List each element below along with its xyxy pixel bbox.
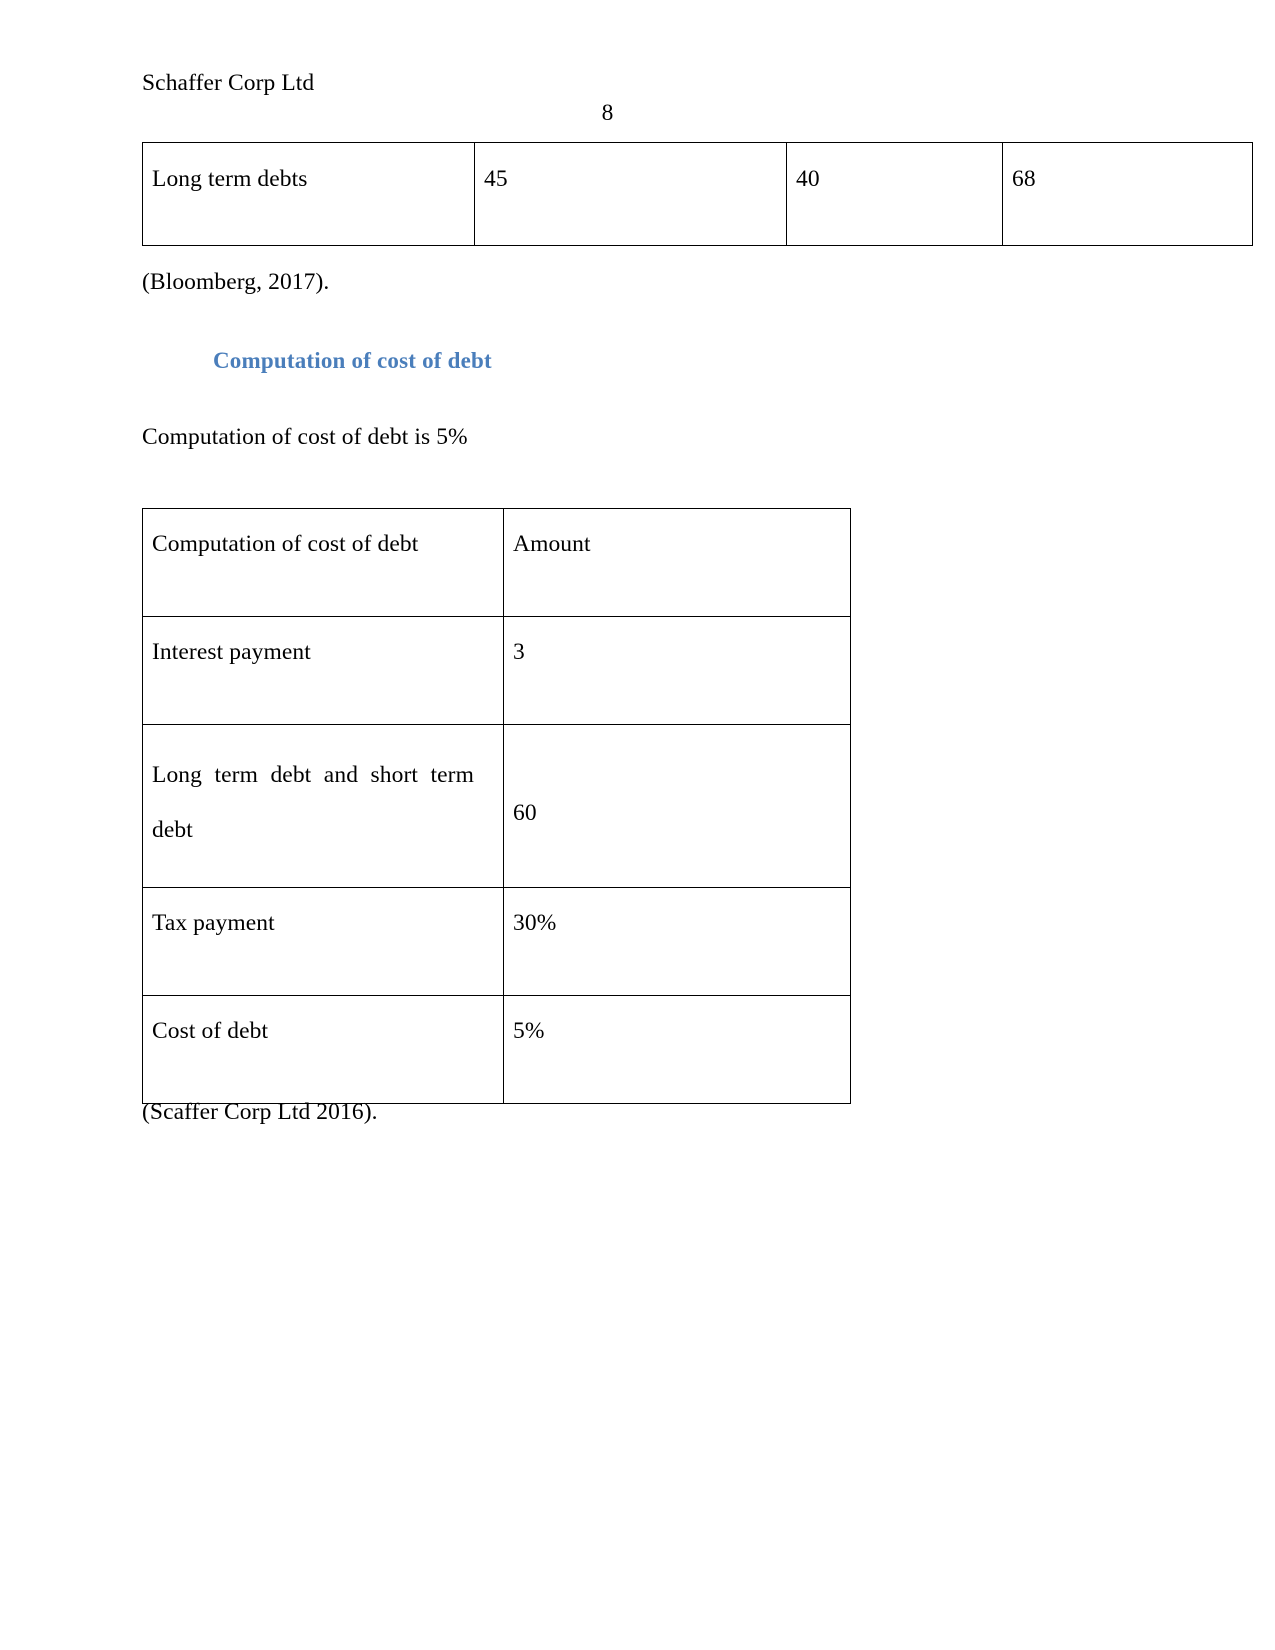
cell-long-term-debts-value-3: 68 (1002, 142, 1253, 246)
cell-long-term-debts-label: Long term debts (142, 142, 475, 246)
section-heading-computation-of-cost-of-debt: Computation of cost of debt (213, 348, 492, 373)
cell-long-short-term-debt-label: Long term debt and short term debt (142, 724, 504, 888)
intro-paragraph: Computation of cost of debt is 5% (142, 424, 468, 450)
table-row: Interest payment 3 (142, 616, 851, 725)
cell-interest-payment-label: Interest payment (142, 616, 504, 725)
running-header: Schaffer Corp Ltd (142, 70, 315, 96)
cell-interest-payment-value: 3 (503, 616, 851, 725)
continued-debt-table: Long term debts 45 40 68 (142, 142, 1253, 246)
table-row: Long term debts 45 40 68 (142, 142, 1253, 246)
cell-tax-payment-label: Tax payment (142, 887, 504, 996)
header-cell-computation: Computation of cost of debt (142, 508, 504, 617)
document-page: Schaffer Corp Ltd 8 Long term debts 45 4… (0, 0, 1275, 1650)
cell-cost-of-debt-value: 5% (503, 995, 851, 1104)
cost-of-debt-table: Computation of cost of debt Amount Inter… (142, 508, 851, 1104)
cell-long-term-debts-value-2: 40 (786, 142, 1003, 246)
cell-tax-payment-value: 30% (503, 887, 851, 996)
table-row: Tax payment 30% (142, 887, 851, 996)
cell-long-short-term-debt-value: 60 (503, 724, 851, 888)
cell-long-short-term-debt-text: Long term debt and short term debt (152, 762, 474, 844)
cell-cost-of-debt-label: Cost of debt (142, 995, 504, 1104)
table-row: Cost of debt 5% (142, 995, 851, 1104)
table-row: Long term debt and short term debt 60 (142, 724, 851, 888)
cell-long-term-debts-value-1: 45 (474, 142, 787, 246)
cell-long-short-term-debt-amount: 60 (513, 800, 537, 826)
table-header-row: Computation of cost of debt Amount (142, 508, 851, 617)
citation-scaffer: (Scaffer Corp Ltd 2016). (142, 1099, 378, 1125)
header-cell-amount: Amount (503, 508, 851, 617)
page-number: 8 (601, 100, 614, 126)
citation-bloomberg: (Bloomberg, 2017). (142, 269, 330, 295)
